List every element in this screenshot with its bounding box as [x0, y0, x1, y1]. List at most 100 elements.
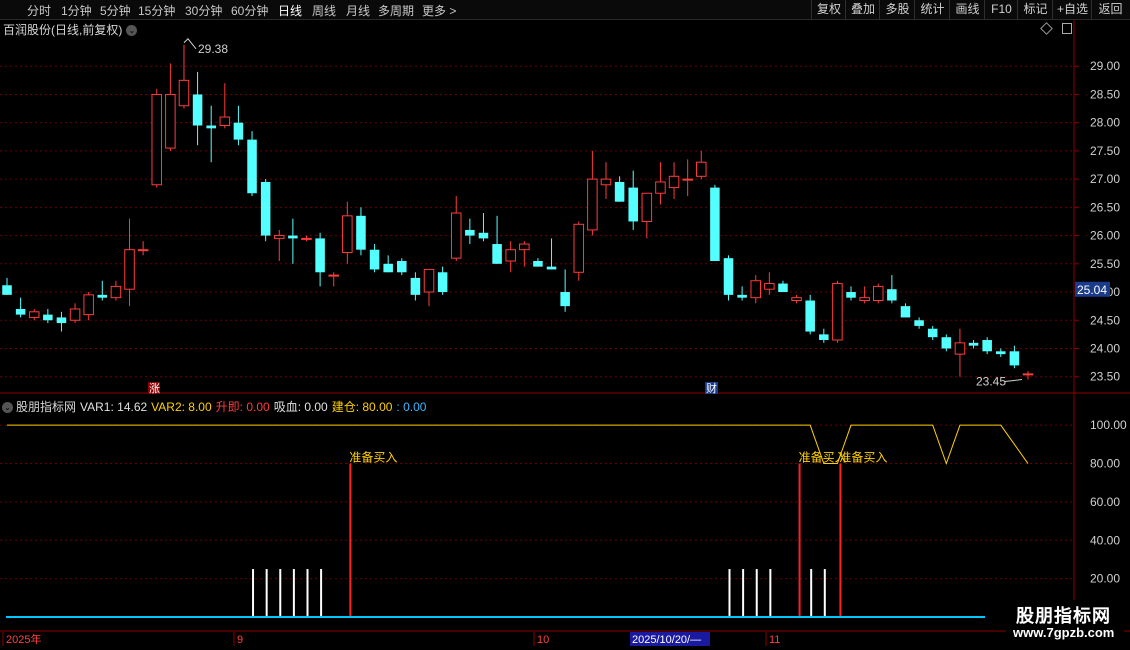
- candle-body-up: [124, 249, 135, 290]
- high-arrow: [183, 38, 197, 50]
- zhang-marker: 涨: [149, 382, 160, 395]
- candle-body-down: [369, 249, 380, 270]
- candle-body-down: [233, 122, 244, 140]
- candle-body-down: [315, 238, 325, 273]
- price-tick-label: 27.00: [1090, 172, 1120, 186]
- current-price-label: 25.04: [1077, 283, 1107, 297]
- indicator-tick-label: 80.00: [1090, 457, 1120, 471]
- candle-body-up: [696, 161, 707, 177]
- candle-body-down: [560, 292, 570, 307]
- date-cursor-label: 2025/10/20/—: [632, 634, 701, 646]
- candle-body-down: [397, 260, 407, 273]
- low-label: 23.45: [976, 375, 1006, 389]
- high-label: 29.38: [198, 42, 228, 56]
- price-tick-label: 27.50: [1090, 144, 1120, 158]
- candle-body-up: [28, 311, 40, 318]
- candle-body-up: [165, 93, 176, 149]
- candle-body-up: [682, 178, 693, 181]
- candle-body-down: [819, 334, 829, 341]
- candle-body-down: [914, 320, 924, 326]
- candle-body-up: [423, 268, 435, 293]
- candle-body-down: [383, 263, 393, 273]
- time-label: 9: [237, 634, 243, 646]
- candle-body-down: [192, 94, 203, 126]
- candle-body-up: [600, 178, 612, 186]
- low-arrow: [1004, 379, 1023, 383]
- candle-body-up: [655, 181, 666, 194]
- price-tick-label: 23.50: [1090, 370, 1120, 384]
- xixue-value: 吸血: 0.00: [273, 400, 328, 414]
- price-tick-label: 28.00: [1090, 116, 1120, 130]
- candle-body-up: [69, 308, 81, 321]
- indicator-header: ⌄ 股朋指标网 VAR1: 14.62 VAR2: 8.00 升即: 0.00 吸血: 0…: [2, 398, 430, 415]
- var2-value: VAR2: 8.00: [151, 400, 212, 414]
- candle-body-up: [110, 285, 122, 299]
- candle-body-up: [151, 93, 163, 186]
- buy-signal-label: 准备买入: [349, 451, 397, 465]
- candle-body-down: [941, 337, 952, 349]
- jiancang-value: 建仓: 80.00: [331, 400, 393, 414]
- price-tick-label: 28.50: [1090, 87, 1120, 101]
- candle-body-down: [356, 215, 366, 250]
- candle-body-down: [723, 258, 734, 295]
- candle-body-up: [519, 243, 530, 251]
- buy-signal-label: 准备买入: [839, 451, 887, 465]
- candle-body-up: [954, 342, 966, 355]
- price-tick-label: 24.00: [1090, 341, 1120, 355]
- candle-body-down: [968, 342, 979, 346]
- candle-body-up: [832, 283, 843, 341]
- candle-body-down: [43, 314, 53, 321]
- candle-body-down: [996, 351, 1006, 355]
- candle-body-up: [641, 192, 653, 222]
- candle-body-up: [764, 283, 775, 290]
- candle-body-down: [805, 300, 815, 332]
- candle-body-up: [668, 175, 680, 189]
- candle-body-down: [410, 277, 421, 295]
- shengji-value: 升即: 0.00: [215, 400, 270, 414]
- candle-body-down: [778, 283, 788, 293]
- indicator-tick-label: 20.00: [1090, 572, 1120, 586]
- candle-body-down: [737, 294, 747, 298]
- candle-body-up: [859, 297, 870, 302]
- watermark: 股朋指标网 www.7gpzb.com: [1006, 600, 1124, 646]
- candle-body-down: [982, 340, 992, 352]
- candle-body-down: [614, 181, 625, 202]
- candle-body-up: [573, 223, 585, 273]
- indicator-name: 股朋指标网: [16, 400, 77, 414]
- kline-chart[interactable]: 29.00 28.50 28.00 27.50 27.00 26.50 26.00 25.50…: [0, 0, 1130, 650]
- candle-body-down: [1009, 351, 1020, 366]
- price-tick-label: 26.00: [1090, 229, 1120, 243]
- candle-body-down: [546, 266, 557, 270]
- candle-body-down: [900, 306, 911, 318]
- candle-body-down: [846, 292, 856, 298]
- candle-body-up: [505, 249, 516, 262]
- candle-body-up: [750, 280, 761, 299]
- candle-body-down: [465, 229, 475, 236]
- candle-body-up: [301, 237, 312, 240]
- indicator-tick-label: 60.00: [1090, 495, 1120, 509]
- chevron-down-icon[interactable]: ⌄: [2, 402, 13, 414]
- candle-body-down: [206, 125, 216, 129]
- time-label: 11: [769, 634, 780, 646]
- extra-value: : 0.00: [396, 400, 427, 414]
- var1-value: VAR1: 14.62: [80, 400, 148, 414]
- candle-body-down: [927, 328, 938, 338]
- candle-body-down: [533, 260, 543, 267]
- candle-body-up: [450, 212, 462, 259]
- candle-body-up: [219, 116, 231, 126]
- candle-body-up: [872, 285, 884, 301]
- candle-body-down: [2, 285, 12, 295]
- watermark-url: www.7gpzb.com: [1013, 625, 1115, 640]
- candle-body-down: [492, 244, 502, 264]
- candle-body-down: [710, 187, 720, 261]
- time-label: 2025年: [6, 632, 41, 646]
- candle-body-down: [288, 235, 298, 239]
- candle-body-down: [56, 317, 67, 324]
- indicator-tick-label: 100.00: [1090, 418, 1127, 432]
- candle-body-down: [437, 272, 448, 293]
- candle-body-down: [478, 232, 489, 239]
- price-tick-label: 26.50: [1090, 200, 1120, 214]
- candle-body-up: [83, 294, 94, 316]
- candle-body-up: [328, 274, 339, 277]
- candle-body-down: [15, 308, 26, 315]
